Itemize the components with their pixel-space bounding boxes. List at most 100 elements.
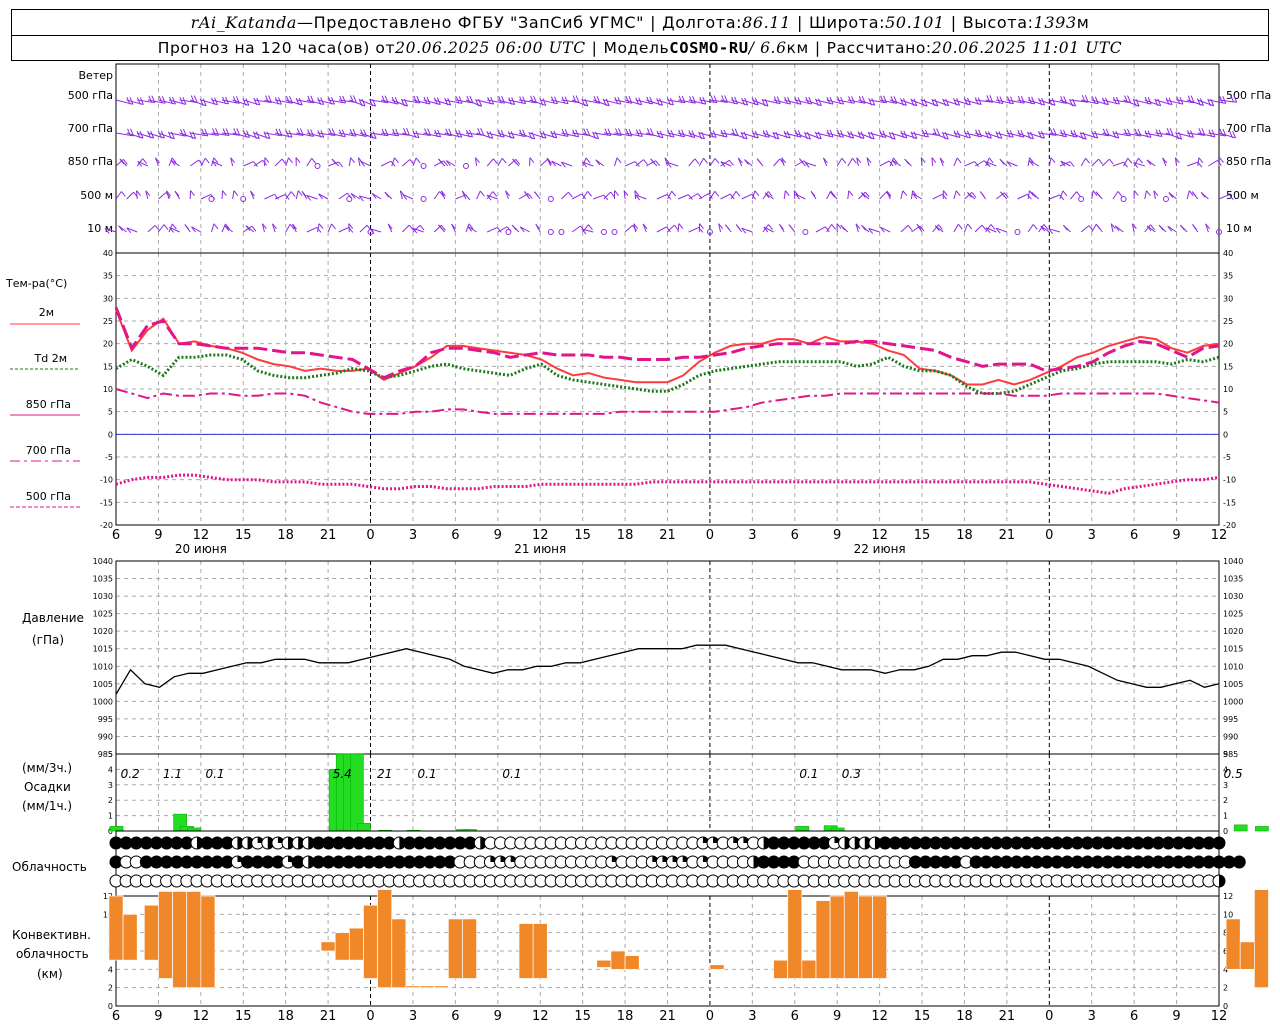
wind-barb-flag <box>851 96 856 104</box>
legend-label-t2m: 2м <box>39 306 54 319</box>
cloud-title: Облачность <box>12 860 87 874</box>
pressure-tick-label: 1005 <box>93 680 113 689</box>
conv-bar <box>610 950 626 970</box>
wind-barb <box>571 193 582 200</box>
conv-bar <box>122 913 138 961</box>
hour-tick-label-bottom: 9 <box>1172 1009 1180 1024</box>
precip-3h-label: 0.1 <box>502 767 521 781</box>
wind-barb-flag <box>171 223 177 230</box>
wind-barb <box>1197 157 1200 167</box>
wind-barb <box>561 191 569 200</box>
wind-calm-mark <box>611 229 618 235</box>
precip-3h-label: 21 <box>377 767 392 781</box>
temp-tick-label: -5 <box>1223 453 1231 462</box>
conv-bar <box>462 918 477 979</box>
wind-barb <box>371 193 382 200</box>
pressure-tick-label: 1010 <box>93 662 113 671</box>
hour-tick-label: 9 <box>1172 528 1180 543</box>
wind-barb-flag <box>776 96 781 104</box>
conv-tick-label: 12 <box>1223 892 1233 901</box>
temp-tick-label: 10 <box>1223 385 1233 394</box>
temp-tick-label: 30 <box>103 294 113 303</box>
precip-bar <box>357 823 371 832</box>
wind-level-label: 700 гПа <box>68 122 113 135</box>
temp-tick-label: -10 <box>100 476 113 485</box>
hour-tick-label: 3 <box>1088 528 1096 543</box>
temp-tick-label: -15 <box>1223 498 1236 507</box>
hour-tick-label: 18 <box>956 528 973 543</box>
wind-barb-flag <box>338 161 344 168</box>
wind-barb-flag <box>628 128 633 137</box>
conv-bar <box>172 891 188 989</box>
wind-barb-flag <box>311 157 317 164</box>
wind-level-label: 500 м <box>80 189 113 202</box>
hour-tick-label-bottom: 18 <box>956 1009 973 1024</box>
cloud-symbol-fill <box>1219 875 1225 887</box>
precip-bar <box>350 753 364 832</box>
conv-bar <box>433 985 449 989</box>
wind-calm-mark <box>1120 196 1127 202</box>
pressure-title: Давление <box>22 611 84 625</box>
wind-barb <box>295 190 299 200</box>
conv-title-1: Конвективн. <box>12 928 91 942</box>
wind-barb <box>486 158 494 167</box>
precip-bar <box>795 826 810 832</box>
wind-barb <box>402 224 410 233</box>
wind-barb <box>624 161 636 167</box>
wind-barb-flag <box>643 159 648 165</box>
pressure-tick-label: 1000 <box>93 697 113 706</box>
wind-barb-flag <box>756 158 762 164</box>
wind-barb-flag <box>492 158 498 165</box>
wind-barb <box>624 225 633 233</box>
precip-3h-label: 5.4 <box>333 767 352 781</box>
wind-calm-mark <box>505 229 512 235</box>
wind-barb <box>1134 99 1152 105</box>
hour-tick-label-bottom: 3 <box>748 1009 756 1024</box>
temp-tick-label: 40 <box>1223 249 1233 258</box>
hour-tick-label: 6 <box>112 528 120 543</box>
pressure-tick-label: 1015 <box>1223 645 1243 654</box>
wind-barb-flag <box>724 224 730 230</box>
hour-tick-label: 12 <box>871 528 888 543</box>
wind-calm-mark <box>547 196 554 202</box>
conv-bar <box>348 927 364 961</box>
wind-barb <box>519 226 530 233</box>
wind-barb-flag <box>297 190 303 197</box>
wind-barb <box>338 227 350 233</box>
wind-barb-flag <box>350 157 355 163</box>
hour-tick-label-bottom: 12 <box>193 1009 210 1024</box>
conv-tick-label: 2 <box>1223 984 1228 993</box>
conv-bar <box>186 891 202 989</box>
temp-tick-label: 15 <box>103 362 113 371</box>
wind-barb <box>656 194 668 200</box>
conv-bar <box>801 959 817 979</box>
wind-barb-flag <box>852 157 857 164</box>
wind-barb-flag <box>788 224 794 230</box>
chart-layers: 40 4035 3530 3025 2520 2015 1510 105 50 0-5 -5-10-… <box>93 63 1269 1024</box>
wind-calm-mark <box>420 196 427 202</box>
precip-unit-bottom: (мм/1ч.) <box>22 799 72 813</box>
hour-tick-label-bottom: 9 <box>833 1009 841 1024</box>
wind-barb-flag <box>419 224 425 231</box>
precip-3h-label: 0.3 <box>842 767 861 781</box>
wind-barb-flag <box>902 190 908 197</box>
wind-barb <box>508 158 517 167</box>
precip-tick-label: 5 <box>108 750 113 759</box>
hour-tick-label-bottom: 6 <box>451 1009 459 1024</box>
hour-tick-label-bottom: 9 <box>494 1009 502 1024</box>
wind-barb-flag <box>501 157 507 164</box>
temp-tick-label: -10 <box>1223 476 1236 485</box>
hour-tick-label-bottom: 6 <box>791 1009 799 1024</box>
day-label: 20 июня <box>175 542 227 556</box>
hour-tick-label-bottom: 15 <box>914 1009 931 1024</box>
pressure-unit: (гПа) <box>32 633 64 647</box>
wind-barb-flag <box>981 224 987 231</box>
wind-calm-mark <box>802 229 809 235</box>
wind-barb-flag <box>754 190 760 197</box>
wind-barb <box>232 132 250 138</box>
wind-barb-flag <box>1138 157 1143 164</box>
hour-tick-label-bottom: 0 <box>706 1009 714 1024</box>
cloud-symbol <box>1212 836 1226 850</box>
conv-bar <box>829 895 845 979</box>
wind-barb <box>126 191 135 200</box>
